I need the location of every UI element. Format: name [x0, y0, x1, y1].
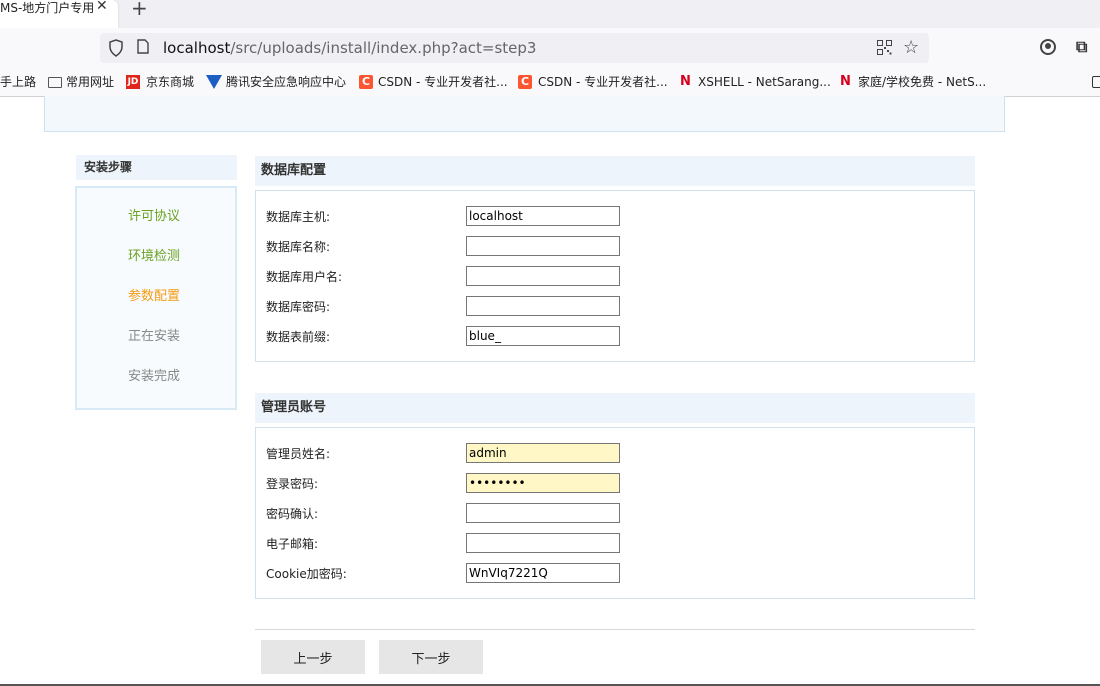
db-host-input[interactable] — [466, 206, 620, 226]
page-icon[interactable] — [137, 39, 149, 54]
account-icon[interactable] — [1040, 39, 1056, 55]
netsarang-icon: N — [840, 74, 851, 89]
bookmark-jd[interactable]: 京东商城 — [146, 74, 194, 90]
step-env-check: 环境检测 — [128, 249, 181, 264]
bookmark-netsarang-free[interactable]: 家庭/学校免费 - NetS... — [858, 74, 986, 90]
bookmark-xshell[interactable]: XSHELL - NetSarang... — [698, 74, 831, 90]
url-host: localhost — [163, 39, 231, 57]
shield-icon[interactable] — [108, 39, 124, 57]
step-complete: 安装完成 — [128, 369, 181, 384]
tab-title: MS-地方门户专用 — [0, 1, 95, 15]
bookmark-csdn-1[interactable]: CSDN - 专业开发者社... — [378, 74, 508, 90]
prev-step-button[interactable]: 上一步 — [261, 640, 365, 674]
db-prefix-label: 数据表前缀: — [266, 330, 331, 344]
cookie-key-label: Cookie加密码: — [266, 567, 347, 581]
bookmark-star-icon[interactable]: ☆ — [903, 37, 919, 58]
close-tab-icon[interactable]: ✕ — [96, 0, 108, 14]
other-bookmarks-icon[interactable] — [1092, 76, 1100, 88]
url-text[interactable]: localhost/src/uploads/install/index.php?… — [163, 39, 536, 57]
folder-icon — [48, 77, 62, 88]
bookmark-getting-started[interactable]: 手上路 — [0, 74, 36, 90]
login-password-label: 登录密码: — [266, 477, 319, 491]
password-confirm-label: 密码确认: — [266, 507, 319, 521]
admin-section-title: 管理员账号 — [255, 393, 975, 423]
browser-tab[interactable]: MS-地方门户专用 ✕ — [0, 0, 118, 28]
db-host-label: 数据库主机: — [266, 210, 331, 224]
bookmark-tencent-security[interactable]: 腾讯安全应急响应中心 — [226, 74, 346, 90]
db-name-input[interactable] — [466, 236, 620, 256]
email-input[interactable] — [466, 533, 620, 553]
db-password-label: 数据库密码: — [266, 300, 331, 314]
admin-name-label: 管理员姓名: — [266, 447, 331, 461]
url-path: /src/uploads/install/index.php?act=step3 — [230, 39, 537, 57]
jd-icon: JD — [126, 75, 140, 89]
bookmark-common-sites[interactable]: 常用网址 — [66, 74, 114, 90]
next-step-button[interactable]: 下一步 — [379, 640, 483, 674]
db-password-input[interactable] — [466, 296, 620, 316]
qr-code-icon[interactable] — [877, 40, 892, 55]
new-tab-button[interactable]: + — [131, 0, 148, 20]
login-password-input[interactable] — [466, 473, 620, 493]
bookmark-csdn-2[interactable]: CSDN - 专业开发者社... — [538, 74, 668, 90]
step-installing: 正在安装 — [128, 329, 181, 344]
db-name-label: 数据库名称: — [266, 240, 331, 254]
csdn-icon: C — [359, 75, 373, 89]
tencent-security-icon — [206, 75, 222, 89]
page-header-band — [44, 96, 1005, 132]
db-user-label: 数据库用户名: — [266, 270, 343, 284]
divider — [255, 629, 975, 630]
db-prefix-input[interactable] — [466, 326, 620, 346]
netsarang-icon: N — [680, 74, 691, 89]
admin-name-input[interactable] — [466, 443, 620, 463]
password-confirm-input[interactable] — [466, 503, 620, 523]
screenshot-icon[interactable]: ⧉ — [1076, 37, 1087, 57]
db-user-input[interactable] — [466, 266, 620, 286]
step-license: 许可协议 — [128, 209, 181, 224]
tab-bar: MS-地方门户专用 ✕ + — [0, 0, 1100, 28]
steps-title: 安装步骤 — [76, 155, 237, 180]
db-section-title: 数据库配置 — [255, 156, 975, 186]
step-params: 参数配置 — [128, 289, 181, 304]
cookie-key-input[interactable] — [466, 563, 620, 583]
csdn-icon: C — [518, 75, 532, 89]
email-label: 电子邮箱: — [266, 537, 319, 551]
